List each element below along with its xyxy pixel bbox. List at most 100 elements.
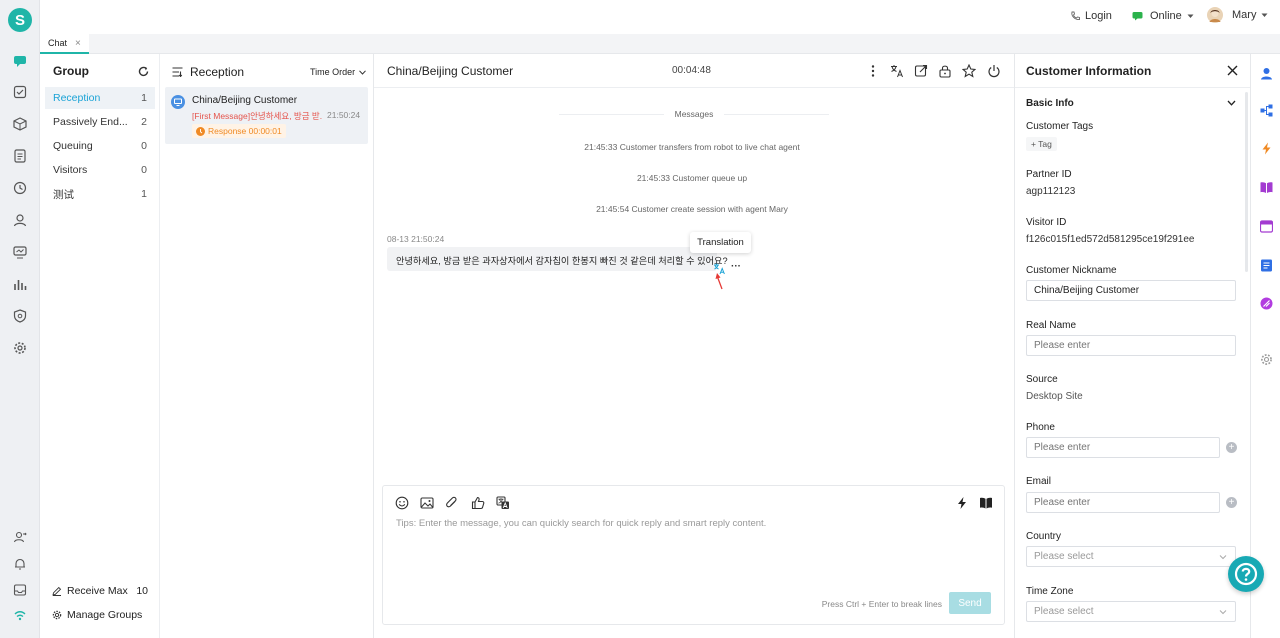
task-check-icon[interactable] — [11, 83, 29, 101]
system-message: 21:45:33 Customer queue up — [636, 173, 748, 183]
caret-down-icon — [1261, 13, 1268, 17]
bell-icon[interactable] — [11, 555, 29, 573]
nickname-field[interactable] — [1026, 280, 1236, 301]
add-email-icon[interactable]: + — [1226, 497, 1237, 508]
login-button[interactable]: Login — [1070, 10, 1112, 22]
scrollbar[interactable] — [1245, 92, 1248, 272]
phone-field[interactable] — [1026, 437, 1220, 458]
email-field[interactable] — [1026, 492, 1220, 513]
transfer-out-icon[interactable] — [914, 64, 928, 78]
red-arrow-annotation — [715, 273, 723, 290]
conversation-name: China/Beijing Customer — [192, 95, 298, 106]
tab-close-icon[interactable]: × — [75, 38, 81, 49]
translate-icon[interactable] — [890, 64, 904, 78]
customer-user-icon[interactable] — [11, 211, 29, 229]
reception-panel: Reception Time Order China/Beijing Custo… — [160, 54, 374, 638]
power-end-icon[interactable] — [987, 64, 1001, 78]
basic-info-section[interactable]: Basic Info — [1026, 98, 1074, 109]
add-phone-icon[interactable]: + — [1226, 442, 1237, 453]
manage-groups-button[interactable]: Manage Groups — [52, 609, 142, 621]
send-button[interactable]: Send — [949, 592, 991, 614]
quick-reply-lightning-icon[interactable] — [955, 496, 969, 510]
user-menu[interactable]: Mary — [1207, 7, 1268, 23]
help-button[interactable] — [1228, 556, 1264, 592]
wifi-signal-icon — [11, 606, 29, 624]
group-item-label: Queuing — [53, 140, 93, 152]
image-icon[interactable] — [420, 496, 434, 510]
attachment-icon[interactable] — [445, 496, 459, 510]
system-message: 21:45:54 Customer create session with ag… — [596, 204, 788, 214]
system-message: 21:45:33 Customer transfers from robot t… — [584, 142, 800, 152]
statistics-chart-icon[interactable] — [11, 275, 29, 293]
translate-toggle-icon[interactable] — [496, 496, 510, 510]
cube-icon[interactable] — [11, 115, 29, 133]
shield-icon[interactable] — [11, 307, 29, 325]
group-item-visitors[interactable]: Visitors 0 — [45, 159, 155, 181]
session-timer: 00:04:48 — [672, 65, 711, 76]
message-composer[interactable]: Tips: Enter the message, you can quickly… — [382, 485, 1005, 625]
thumbs-up-icon[interactable] — [471, 496, 485, 510]
inbox-icon[interactable] — [11, 581, 29, 599]
caret-down-icon — [1187, 14, 1194, 18]
desktop-channel-icon — [171, 95, 185, 109]
notes-icon[interactable] — [1260, 259, 1273, 272]
message-more-icon[interactable]: ··· — [731, 261, 741, 272]
nickname-label: Customer Nickname — [1026, 265, 1117, 276]
workflow-icon[interactable] — [1260, 104, 1273, 117]
conversation-preview: [First Message]안녕하세요, 방금 받... — [192, 111, 322, 121]
partner-id-label: Partner ID — [1026, 169, 1072, 180]
refresh-icon[interactable] — [138, 66, 149, 77]
lightning-icon[interactable] — [1260, 142, 1273, 155]
group-item-label: Passively End... — [53, 116, 128, 128]
reception-title: Reception — [190, 65, 245, 79]
tab-chat[interactable]: Chat × — [40, 34, 89, 54]
group-item-count: 1 — [141, 92, 147, 104]
response-label: Response 00:00:01 — [208, 126, 282, 136]
conversation-card[interactable]: China/Beijing Customer [First Message]안녕… — [165, 87, 368, 144]
user-name: Mary — [1232, 9, 1257, 21]
list-icon — [172, 67, 183, 77]
real-name-field[interactable] — [1026, 335, 1236, 356]
knowledge-base-icon[interactable] — [1260, 181, 1273, 194]
phone-label: Phone — [1026, 422, 1055, 433]
country-label: Country — [1026, 531, 1062, 542]
history-clock-icon[interactable] — [11, 179, 29, 197]
monitor-icon[interactable] — [11, 243, 29, 261]
chat-icon[interactable] — [11, 52, 29, 70]
add-tag-button[interactable]: + Tag — [1026, 137, 1057, 151]
knowledge-book-icon[interactable] — [979, 496, 993, 510]
top-bar: Login Online Mary — [40, 0, 1280, 34]
status-dropdown[interactable]: Online — [1132, 10, 1194, 22]
chevron-down-icon[interactable] — [1227, 100, 1236, 106]
online-status-icon — [1132, 12, 1143, 21]
app-plugin-icon[interactable] — [1260, 297, 1273, 310]
document-icon[interactable] — [11, 147, 29, 165]
chevron-down-icon — [1219, 555, 1227, 560]
group-item-label: Reception — [53, 92, 101, 104]
sort-dropdown[interactable]: Time Order — [310, 67, 367, 77]
help-question-icon — [1234, 562, 1258, 586]
timezone-select[interactable]: Please select — [1026, 601, 1236, 622]
customer-profile-icon[interactable] — [1260, 67, 1273, 80]
settings-gear-icon[interactable] — [1260, 353, 1273, 366]
login-label: Login — [1085, 10, 1112, 22]
emoji-icon[interactable] — [395, 496, 409, 510]
customer-message[interactable]: 안녕하세요, 방금 받은 과자상자에서 감자칩이 한봉지 빠진 것 같은데 처리… — [387, 247, 728, 271]
composer-input[interactable]: Tips: Enter the message, you can quickly… — [396, 518, 766, 529]
group-item-test[interactable]: 测试 1 — [45, 183, 155, 205]
more-vertical-icon[interactable] — [866, 64, 880, 78]
group-item-reception[interactable]: Reception 1 — [45, 87, 155, 109]
close-icon[interactable] — [1227, 65, 1238, 76]
group-item-queuing[interactable]: Queuing 0 — [45, 135, 155, 157]
group-item-passively-ended[interactable]: Passively End... 2 — [45, 111, 155, 133]
source-value: Desktop Site — [1026, 391, 1083, 402]
settings-gear-icon[interactable] — [11, 339, 29, 357]
country-select[interactable]: Please select — [1026, 546, 1236, 567]
star-icon[interactable] — [962, 64, 976, 78]
email-label: Email — [1026, 476, 1052, 487]
receive-max[interactable]: Receive Max 10 — [52, 585, 148, 597]
lock-icon[interactable] — [938, 64, 952, 78]
calendar-window-icon[interactable] — [1260, 220, 1273, 233]
transfer-user-icon[interactable] — [11, 528, 29, 546]
timezone-label: Time Zone — [1026, 586, 1074, 597]
